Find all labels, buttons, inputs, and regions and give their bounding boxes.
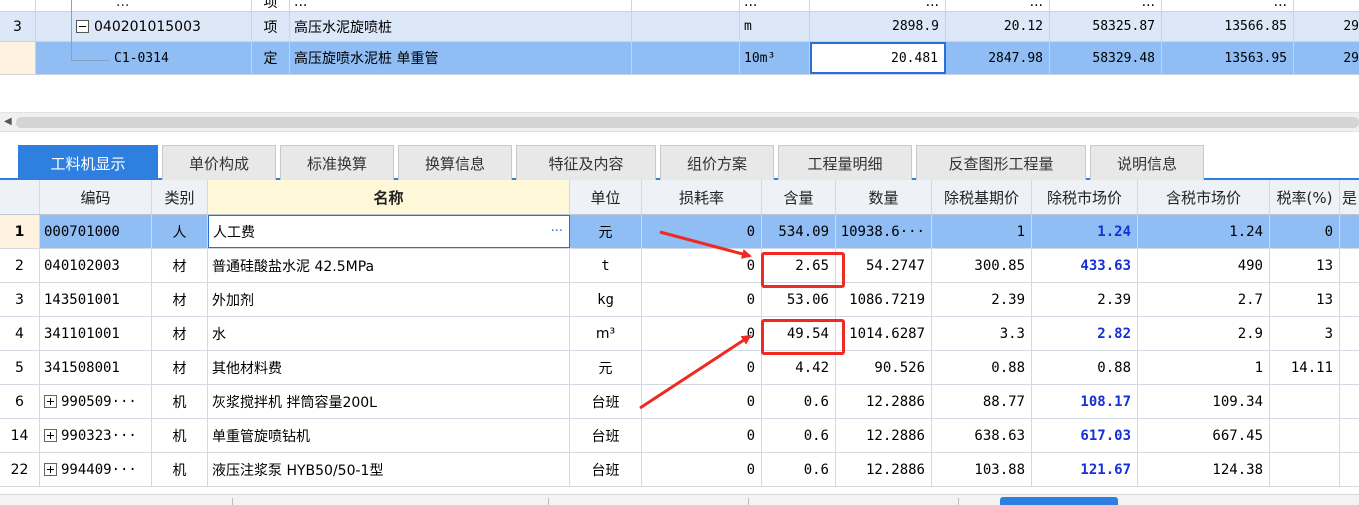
table-row[interactable]: 4 341101001 材 水 m³ 0 49.54 1014.6287 3.3… — [0, 317, 1359, 351]
scrollbar-thumb[interactable] — [16, 117, 1359, 128]
partial-row[interactable]: ... 项 ... ... ... ... ... ... — [0, 0, 1359, 12]
table-row[interactable]: 5 341508001 材 其他材料费 元 0 4.42 90.526 0.88… — [0, 351, 1359, 385]
tab-description-info[interactable]: 说明信息 — [1090, 145, 1204, 180]
expand-icon[interactable] — [44, 395, 57, 408]
table-row[interactable]: 14 990323··· 机 单重管旋喷钻机 台班 0 0.6 12.2886 … — [0, 419, 1359, 453]
tab-pricing-scheme[interactable]: 组价方案 — [660, 145, 774, 180]
tab-labor-material-machine[interactable]: 工料机显示 — [18, 145, 158, 180]
tab-unit-price-composition[interactable]: 单价构成 — [162, 145, 276, 180]
collapse-icon[interactable] — [76, 20, 89, 33]
name-input[interactable]: 人工费 ··· — [208, 215, 570, 248]
table-row[interactable]: 22 994409··· 机 液压注浆泵 HYB50/50-1型 台班 0 0.… — [0, 453, 1359, 487]
tab-conversion-info[interactable]: 换算信息 — [398, 145, 512, 180]
list-row-c1-0314[interactable]: C1-0314 定 高压旋喷水泥桩 单重管 10m³ 20.481 2847.9… — [0, 42, 1359, 75]
table-row[interactable]: 2 040102003 材 普通硅酸盐水泥 42.5MPa t 0 2.65 5… — [0, 249, 1359, 283]
table-row[interactable]: 6 990509··· 机 灰浆搅拌机 拌筒容量200L 台班 0 0.6 12… — [0, 385, 1359, 419]
expand-icon[interactable] — [44, 463, 57, 476]
tab-quantity-detail[interactable]: 工程量明细 — [778, 145, 912, 180]
detail-tabs: 工料机显示 单价构成 标准换算 换算信息 特征及内容 组价方案 工程量明细 反查… — [0, 140, 1359, 180]
table-row[interactable]: 1 000701000 人 人工费 ··· 元 0 534.09 10938.6… — [0, 215, 1359, 249]
table-row[interactable]: 3 143501001 材 外加剂 kg 0 53.06 1086.7219 2… — [0, 283, 1359, 317]
horizontal-scrollbar[interactable]: ◀ — [0, 112, 1359, 132]
active-bottom-tab[interactable] — [1000, 497, 1118, 505]
tab-features-content[interactable]: 特征及内容 — [516, 145, 656, 180]
scroll-left-icon[interactable]: ◀ — [4, 116, 14, 128]
row-code: 040201015003 — [94, 18, 201, 35]
list-row-040201015003[interactable]: 3 040201015003 项 高压水泥旋喷桩 m 2898.9 20.12 … — [0, 12, 1359, 42]
table-header: 编码 类别 名称 单位 损耗率 含量 数量 除税基期价 除税市场价 含税市场价 … — [0, 180, 1359, 215]
bottom-toolbar — [0, 494, 1359, 505]
more-options-icon[interactable]: ··· — [551, 224, 563, 239]
tree-connector — [71, 0, 72, 60]
upper-grid: ... 项 ... ... ... ... ... ... 3 04020101… — [0, 0, 1359, 110]
labor-material-machine-table: 编码 类别 名称 单位 损耗率 含量 数量 除税基期价 除税市场价 含税市场价 … — [0, 180, 1359, 494]
tab-reverse-graphic-quantity[interactable]: 反查图形工程量 — [916, 145, 1086, 180]
tab-standard-conversion[interactable]: 标准换算 — [280, 145, 394, 180]
quantity-input[interactable]: 20.481 — [810, 42, 946, 74]
expand-icon[interactable] — [44, 429, 57, 442]
tree-connector — [71, 60, 109, 61]
